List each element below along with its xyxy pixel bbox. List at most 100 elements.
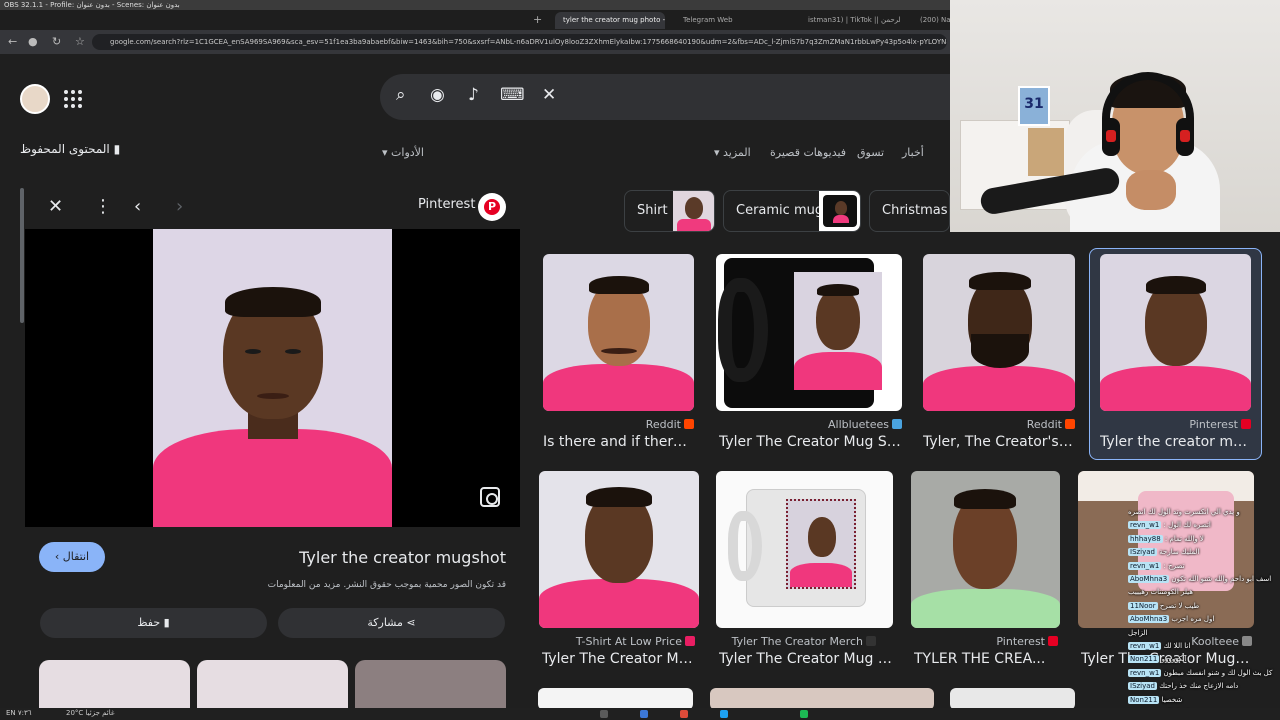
shop-icon (685, 636, 695, 646)
result-title[interactable]: Tyler the creator mug... (1100, 434, 1251, 450)
chat-text: كل بث الول لك و شنو انفسك مبطون (1163, 668, 1273, 677)
app-icon[interactable] (800, 710, 808, 718)
google-lens-icon[interactable]: ◉ (430, 85, 445, 105)
start-icon[interactable] (600, 710, 608, 718)
result-source: Pinterest (1100, 418, 1251, 431)
google-apps-icon[interactable] (64, 90, 82, 108)
result-source: Pinterest (911, 635, 1058, 648)
keyboard-icon[interactable]: ⌨ (500, 85, 525, 105)
copyright-notice[interactable]: قد تكون الصور محمية بموجب حقوق النشر. مز… (198, 580, 506, 590)
chat-text: دامه الازعاج منك خذ راحتك (1159, 682, 1239, 691)
result-source-label: Allbluetees (828, 418, 889, 431)
chat-username: Non211 (1128, 695, 1160, 704)
chat-message: Non211 شخصيا (1128, 694, 1280, 707)
result-image-partial[interactable] (950, 688, 1075, 710)
source-name[interactable]: Pinterest (418, 197, 475, 212)
result-source-label: T-Shirt At Low Price (575, 635, 682, 648)
next-icon[interactable]: › (176, 196, 183, 217)
save-label: حفظ (137, 616, 161, 629)
allbluetees-icon (892, 419, 902, 429)
chat-text: الزاجل (1128, 628, 1148, 637)
clear-search-icon[interactable]: ✕ (542, 85, 556, 105)
share-label: مشاركة (367, 616, 403, 629)
mugshot-photo (153, 229, 392, 527)
tab-bar: + tyler the creator mug photo - Telegram… (0, 10, 950, 30)
visual-search-icon[interactable] (480, 487, 500, 507)
chip-label: Ceramic mug (736, 203, 824, 218)
pinterest-logo-icon[interactable]: P (478, 193, 506, 221)
chip-thumbnail (819, 191, 860, 231)
chat-message: 11Noor طيب لا تصرح (1128, 600, 1280, 613)
tab-youtube[interactable]: (200) Nad (912, 12, 950, 29)
result-title[interactable]: TYLER THE CREA... (914, 651, 1060, 667)
save-button[interactable]: حفظ ▮ (40, 608, 267, 638)
tab-tiktok[interactable]: istman31) | TikTok || عبد الرحمن (800, 12, 900, 29)
chip-christmas-mug[interactable]: Christmas m (869, 190, 950, 232)
image-preview[interactable] (25, 229, 520, 527)
back-icon[interactable]: ← (8, 35, 17, 48)
result-image (539, 471, 699, 628)
result-image-partial[interactable] (538, 688, 693, 710)
nav-more-label: المزيد (723, 146, 751, 159)
search-icon[interactable]: ⌕ (396, 85, 406, 105)
bookmark-star-icon[interactable]: ☆ (75, 35, 85, 48)
result-source: Tyler The Creator Merch (716, 635, 876, 648)
profile-icon[interactable]: ● (28, 35, 38, 48)
chat-message: Non211 الكووووو (1128, 653, 1280, 666)
chat-text: : اتصره لك الول (1163, 521, 1211, 530)
account-avatar[interactable] (20, 84, 50, 114)
result-title[interactable]: Is there and if there i... (543, 434, 694, 450)
poster-number: 31 (1024, 96, 1044, 112)
reload-icon[interactable]: ↻ (52, 35, 61, 48)
previous-icon[interactable]: ‹ (134, 196, 141, 217)
result-image-partial[interactable] (710, 688, 934, 710)
result-image (543, 254, 694, 411)
share-button[interactable]: مشاركة ⋖ (278, 608, 505, 638)
chat-text: هيلر الكومنتات رهيييب (1128, 588, 1193, 597)
nav-news[interactable]: أخبار (902, 146, 924, 159)
close-icon[interactable]: ✕ (48, 196, 63, 217)
search-box[interactable]: ⌕ ◉ ♪ ⌨ ✕ (380, 74, 960, 120)
url-field[interactable]: google.com/search?rlz=1C1GCEA_enSA969SA9… (92, 34, 947, 50)
result-title[interactable]: Tyler The Creator Mug Sh... (719, 434, 902, 450)
tab-google-search[interactable]: tyler the creator mug photo - (555, 12, 665, 29)
reddit-icon (684, 419, 694, 429)
saved-content-link[interactable]: المحتوى المحفوظ ▮ (20, 142, 120, 156)
merch-store-icon (866, 636, 876, 646)
chat-username: AboMhna3 (1128, 615, 1170, 624)
nav-tools-label: الأدوات (391, 146, 424, 159)
more-options-icon[interactable]: ⋮ (94, 196, 112, 217)
chat-message: هيلر الكومنتات رهيييب (1128, 586, 1280, 599)
chat-message: ISziyad المليك سارحة (1128, 546, 1280, 559)
explorer-icon[interactable] (640, 710, 648, 718)
result-title[interactable]: Tyler The Creator Mu... (542, 651, 695, 667)
share-icon: ⋖ (406, 616, 416, 629)
chat-text: و يدي الي انكسرت وتد الول لك انصره (1128, 508, 1240, 516)
result-title[interactable]: Tyler, The Creator's ... (923, 434, 1075, 450)
result-source: T-Shirt At Low Price (539, 635, 695, 648)
result-image (716, 471, 893, 628)
scrollbar[interactable] (20, 188, 24, 323)
new-tab-icon[interactable]: + (533, 13, 542, 26)
pinterest-icon (1241, 419, 1251, 429)
screen: OBS 32.1.1 - Profile: بدون عنوان - Scene… (0, 0, 1280, 720)
telegram-icon[interactable] (720, 710, 728, 718)
chip-ceramic-mug[interactable]: Ceramic mug (723, 190, 861, 232)
chat-text: شخصيا (1161, 695, 1183, 704)
chrome-icon[interactable] (680, 710, 688, 718)
nav-shopping[interactable]: تسوق (857, 146, 884, 159)
chat-username: ISziyad (1128, 682, 1158, 691)
visit-button[interactable]: ‹ انتقال (39, 542, 105, 572)
nav-more[interactable]: ▾ المزيد (714, 146, 751, 159)
result-image (716, 254, 902, 411)
result-source-label: Reddit (1026, 418, 1062, 431)
chip-shirt[interactable]: Shirt (624, 190, 715, 232)
nav-tools[interactable]: ▾ الأدوات (382, 146, 424, 159)
tab-telegram[interactable]: Telegram Web (675, 12, 765, 29)
result-source-label: Pinterest (996, 635, 1045, 648)
nav-short-videos[interactable]: فيديوهات قصيرة (770, 146, 846, 159)
address-row: ← ● ↻ ☆ google.com/search?rlz=1C1GCEA_en… (0, 30, 950, 54)
chat-text: المليك سارحة (1159, 548, 1200, 557)
microphone-icon[interactable]: ♪ (468, 85, 479, 105)
result-title[interactable]: Tyler The Creator Mug - ... (719, 651, 893, 667)
